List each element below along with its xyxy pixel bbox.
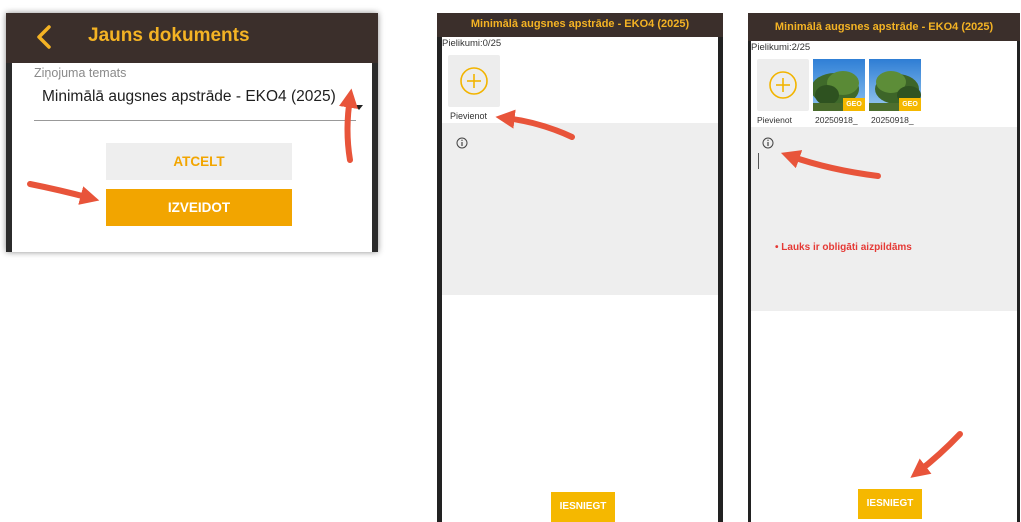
create-document-screen: Jauns dokuments Ziņojuma temats Minimālā… [6,13,378,252]
add-attachment-label: Pievienot [450,111,488,121]
plus-circle-icon [460,67,488,95]
photo-thumbnail[interactable]: GEO [869,59,921,111]
screen-body: Pielikumi:2/25 GEO GEO Pievienot 2025091… [751,41,1017,522]
topic-select[interactable]: Minimālā augsnes apstrāde - EKO4 (2025) [42,88,336,106]
add-attachment-button[interactable] [757,59,809,111]
photo-filename: 20250918_ [815,115,858,125]
app-header: Jauns dokuments [6,13,378,63]
attachments-counter: Pielikumi:2/25 [751,42,811,53]
field-underline [34,120,356,121]
photo-filename: 20250918_ [871,115,914,125]
add-attachment-label: Pievienot [757,115,792,125]
add-attachment-button[interactable] [448,55,500,107]
attachments-screen-empty: Minimālā augsnes apstrāde - EKO4 (2025) … [437,13,723,522]
page-title: Minimālā augsnes apstrāde - EKO4 (2025) [774,21,994,33]
plus-circle-icon [769,71,797,99]
app-header: Minimālā augsnes apstrāde - EKO4 (2025) [437,13,723,37]
page-title: Minimālā augsnes apstrāde - EKO4 (2025) [470,18,690,30]
app-header: Minimālā augsnes apstrāde - EKO4 (2025) [748,13,1020,41]
screen-body: Pielikumi:0/25 Pievienot IESNIEGT [442,37,718,522]
caret-down-icon[interactable] [355,105,363,110]
info-icon[interactable] [456,137,468,149]
create-button[interactable]: IZVEIDOT [106,189,292,226]
submit-button[interactable]: IESNIEGT [551,492,615,522]
geo-badge: GEO [899,98,921,111]
form-content: Ziņojuma temats Minimālā augsnes apstrād… [12,63,372,252]
submit-button[interactable]: IESNIEGT [858,489,922,519]
attachments-counter: Pielikumi:0/25 [442,38,502,49]
page-title: Jauns dokuments [88,25,250,46]
geo-badge: GEO [843,98,865,111]
cancel-button[interactable]: ATCELT [106,143,292,180]
comment-text-area[interactable] [751,127,1017,311]
required-field-error: • Lauks ir obligāti aizpildāms [775,242,912,253]
info-icon[interactable] [762,137,774,149]
attachments-screen-filled: Minimālā augsnes apstrāde - EKO4 (2025) … [748,13,1020,522]
comment-text-area[interactable] [442,123,718,295]
photo-thumbnail[interactable]: GEO [813,59,865,111]
topic-field-label: Ziņojuma temats [34,66,127,80]
chevron-left-icon[interactable] [32,24,58,50]
text-cursor [758,153,759,169]
